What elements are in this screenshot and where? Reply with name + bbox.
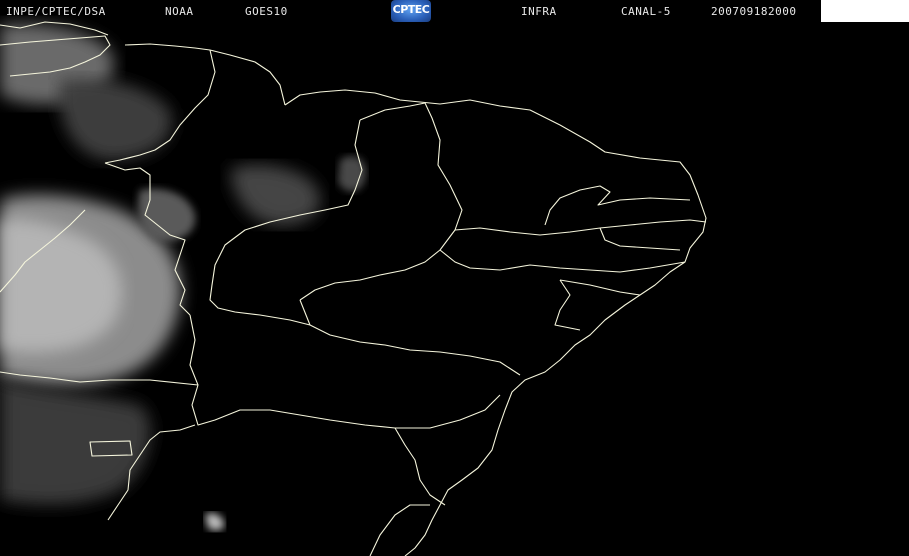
channel-label: CANAL-5 [621, 5, 671, 18]
satellite-map [0, 0, 909, 556]
agency-label: NOAA [165, 5, 194, 18]
satellite-label: GOES10 [245, 5, 288, 18]
cptec-logo: CPTEC [391, 0, 431, 22]
blank-header-box [821, 0, 909, 22]
image-header: INPE/CPTEC/DSA NOAA GOES10 CPTEC INFRA C… [0, 0, 909, 24]
product-label: INFRA [521, 5, 557, 18]
timestamp-label: 200709182000 [711, 5, 797, 18]
source-label: INPE/CPTEC/DSA [6, 5, 106, 18]
